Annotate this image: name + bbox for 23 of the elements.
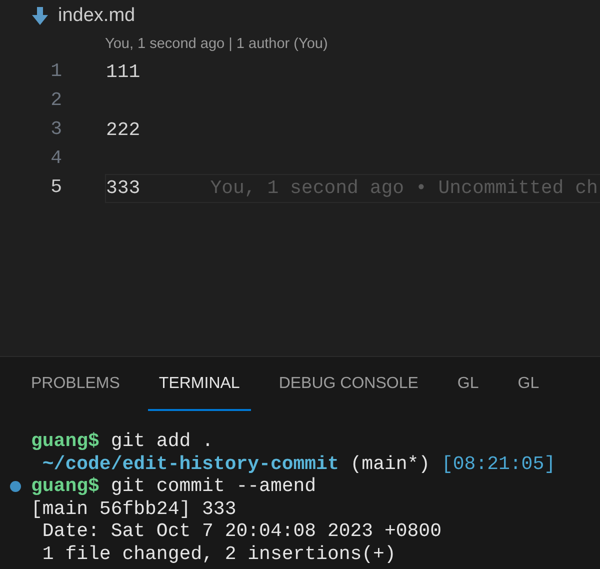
- line-number: 4: [50, 146, 62, 171]
- terminal-line: guang$ git commit --amend: [31, 475, 316, 497]
- line-number: 1: [50, 59, 62, 84]
- codelens-text[interactable]: You, 1 second ago | 1 author (You): [105, 36, 328, 52]
- terminal-line: 1 file changed, 2 insertions(+): [41, 542, 396, 564]
- download-arrow-icon: [32, 7, 48, 25]
- terminal-line: Date: Sat Oct 7 20:04:08 2023 +0800: [41, 520, 442, 542]
- panel-tab[interactable]: GL: [446, 359, 490, 411]
- terminal-line: [main 56fbb24] 333: [31, 498, 236, 520]
- code-text: 222: [106, 118, 140, 143]
- line-number: 2: [50, 88, 62, 113]
- file-name[interactable]: index.md: [58, 2, 136, 30]
- panel-tab[interactable]: TERMINAL: [148, 359, 251, 411]
- panel-tab[interactable]: PROBLEMS: [20, 359, 131, 411]
- line-number: 5: [50, 175, 62, 200]
- panel-tab[interactable]: GL: [506, 359, 550, 411]
- blame-annotation: You, 1 second ago • Uncommitted ch: [210, 176, 598, 201]
- terminal-line: ~/code/edit-history-commit (main*) [08:21:05]: [41, 452, 556, 474]
- panel-tab[interactable]: DEBUG CONSOLE: [268, 359, 430, 411]
- terminal-line: guang$ git add .: [31, 430, 214, 452]
- code-text: 333: [106, 176, 140, 201]
- line-number: 3: [50, 117, 62, 142]
- code-text: 111: [106, 60, 140, 85]
